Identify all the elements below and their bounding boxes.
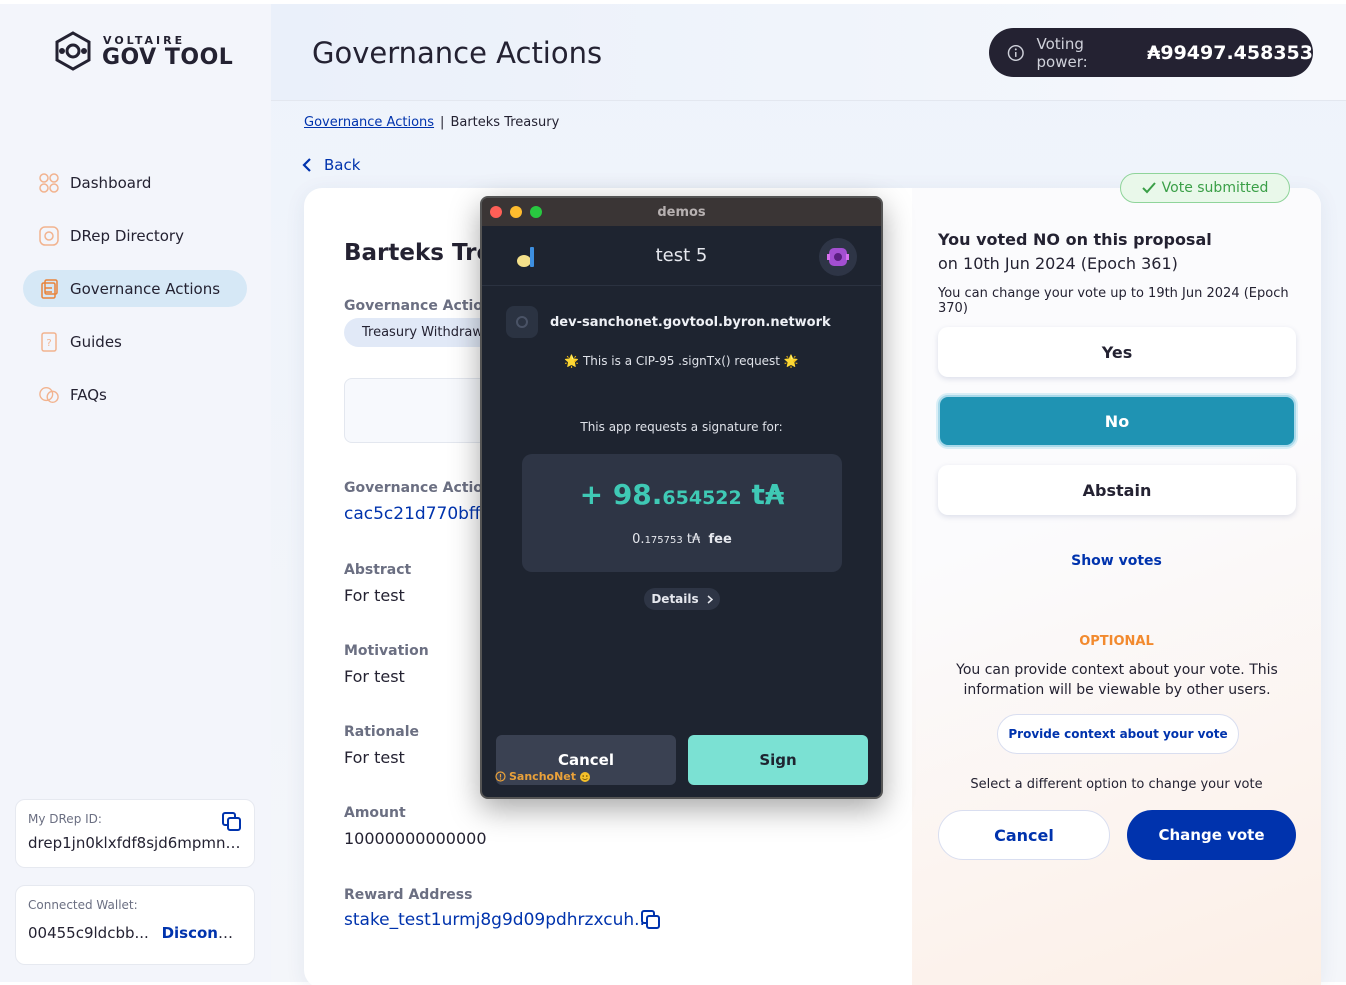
back-button[interactable]: Back — [302, 156, 360, 174]
sidebar-item-dashboard[interactable]: Dashboard — [23, 164, 247, 201]
drep-id-value: drep1jn0klxfdf8sjd6mpmn57... — [28, 834, 242, 852]
back-label: Back — [324, 156, 361, 174]
change-vote-hint: Select a different option to change your… — [970, 777, 1263, 792]
voted-summary: You voted NO on this proposal — [938, 230, 1212, 249]
rationale-value: For test — [344, 748, 405, 767]
top-bar: Governance Actions Voting power: ₳99497.… — [271, 4, 1346, 101]
account-name: test 5 — [655, 245, 708, 266]
copy-icon[interactable] — [641, 910, 661, 930]
governance-actions-icon — [39, 278, 59, 299]
sidebar-item-guides[interactable]: ? Guides — [23, 323, 247, 360]
account-avatar[interactable] — [819, 238, 857, 276]
provide-context-button[interactable]: Provide context about your vote — [997, 714, 1239, 754]
breadcrumb-link-governance-actions[interactable]: Governance Actions — [304, 115, 434, 130]
popup-header: test 5 — [482, 226, 881, 286]
faqs-icon — [39, 385, 59, 405]
reward-address-label: Reward Address — [344, 887, 473, 903]
voting-power-badge: Voting power: ₳99497.458353 — [989, 28, 1313, 77]
wallet-logo-icon — [517, 247, 534, 267]
amount-box: + 98.654522 t₳ 0.175753 t₳ fee — [522, 454, 842, 572]
warning-icon — [495, 771, 506, 782]
network-name: SanchoNet — [509, 770, 577, 783]
show-votes-link[interactable]: Show votes — [912, 553, 1321, 569]
change-vote-button[interactable]: Change vote — [1127, 810, 1296, 860]
abstract-value: For test — [344, 586, 405, 605]
vote-submitted-label: Vote submitted — [1161, 180, 1269, 196]
chevron-left-icon — [302, 158, 311, 172]
sidebar-item-label: Dashboard — [70, 173, 152, 192]
cip95-request-note: 🌟 This is a CIP-95 .signTx() request 🌟 — [564, 354, 799, 368]
rationale-label: Rationale — [344, 724, 420, 740]
transaction-amount: + 98.654522 t₳ — [579, 478, 785, 511]
optional-label: OPTIONAL — [1079, 634, 1154, 649]
info-icon[interactable] — [1007, 44, 1025, 62]
chevron-right-icon — [707, 594, 713, 604]
site-icon — [506, 306, 538, 338]
motivation-label: Motivation — [344, 643, 429, 659]
connected-wallet-card: Connected Wallet: 00455c9ldcbb... Discon… — [15, 885, 255, 965]
change-deadline: You can change your vote up to 19th Jun … — [938, 286, 1289, 316]
optional-description: You can provide context about your vote.… — [956, 662, 1278, 698]
avatar-icon — [827, 248, 849, 266]
disconnect-button[interactable]: Disconnect — [162, 924, 242, 942]
sidebar-item-label: Governance Actions — [70, 279, 221, 298]
governance-action-id-label: Governance Action — [344, 480, 493, 496]
sidebar-nav: Dashboard DRep Directory Governance Acti… — [23, 164, 247, 429]
wallet-address: 00455c9ldcbb... — [28, 924, 149, 942]
voted-date: on 10th Jun 2024 (Epoch 361) — [938, 254, 1178, 273]
copy-icon[interactable] — [222, 812, 242, 832]
amount-label: Amount — [344, 805, 406, 821]
logo-text-big: GOV TOOL — [102, 44, 234, 70]
drep-directory-icon — [39, 225, 59, 246]
signature-request-label: This app requests a signature for: — [580, 420, 783, 434]
popup-titlebar: demos — [482, 198, 881, 226]
network-indicator: SanchoNet — [495, 770, 591, 783]
vote-yes-button[interactable]: Yes — [938, 327, 1296, 377]
vote-abstain-button[interactable]: Abstain — [938, 465, 1296, 515]
drep-id-card: My DRep ID: drep1jn0klxfdf8sjd6mpmn57... — [15, 799, 255, 868]
breadcrumb: Governance Actions | Barteks Treasury — [304, 115, 560, 130]
logo-icon — [55, 31, 91, 71]
voting-power-label: Voting power: — [1036, 34, 1088, 71]
governance-action-type-label: Governance Action — [344, 298, 493, 314]
transaction-fee: 0.175753 t₳ fee — [632, 532, 732, 547]
popup-sign-button[interactable]: Sign — [688, 735, 868, 785]
details-tabs — [344, 378, 494, 443]
sidebar-item-governance-actions[interactable]: Governance Actions — [23, 270, 247, 307]
vote-submitted-badge: Vote submitted — [1120, 173, 1290, 203]
reward-address-link[interactable]: stake_test1urmj8g9d09pdhrzxcuh... — [344, 910, 650, 930]
vote-no-button[interactable]: No — [938, 395, 1296, 447]
amount-value: 10000000000000 — [344, 829, 487, 848]
drep-id-label: My DRep ID: — [28, 812, 102, 826]
guides-icon: ? — [39, 331, 59, 352]
sidebar: VOLTAIRE GOV TOOL Dashboard DRep Directo… — [0, 4, 271, 982]
governance-action-id-link[interactable]: cac5c21d770bff5 — [344, 504, 491, 524]
cancel-button[interactable]: Cancel — [938, 810, 1110, 860]
site-url: dev-sanchonet.govtool.byron.network — [550, 314, 831, 330]
sidebar-item-label: DRep Directory — [70, 226, 184, 245]
sidebar-item-label: Guides — [70, 332, 122, 351]
details-label: Details — [651, 592, 699, 606]
wallet-popup-window: demos test 5 dev-sanchonet.govtool.byron… — [480, 196, 883, 799]
emoji-icon — [580, 771, 591, 782]
connected-wallet-label: Connected Wallet: — [28, 898, 138, 912]
dashboard-icon — [39, 172, 59, 193]
page-title: Governance Actions — [312, 36, 603, 70]
sidebar-item-label: FAQs — [70, 385, 107, 404]
motivation-value: For test — [344, 667, 405, 686]
vote-panel: You voted NO on this proposal on 10th Ju… — [912, 188, 1321, 985]
requesting-site: dev-sanchonet.govtool.byron.network — [506, 306, 831, 338]
voting-power-value: ₳99497.458353 — [1147, 41, 1313, 64]
svg-text:?: ? — [46, 338, 51, 349]
govtool-logo[interactable]: VOLTAIRE GOV TOOL — [52, 30, 233, 72]
check-icon — [1141, 182, 1156, 194]
details-button[interactable]: Details — [644, 588, 720, 610]
sidebar-item-drep-directory[interactable]: DRep Directory — [23, 217, 247, 254]
breadcrumb-current: Barteks Treasury — [450, 115, 560, 130]
popup-window-title: demos — [657, 204, 706, 220]
sidebar-item-faqs[interactable]: FAQs — [23, 376, 247, 413]
abstract-label: Abstract — [344, 562, 412, 578]
